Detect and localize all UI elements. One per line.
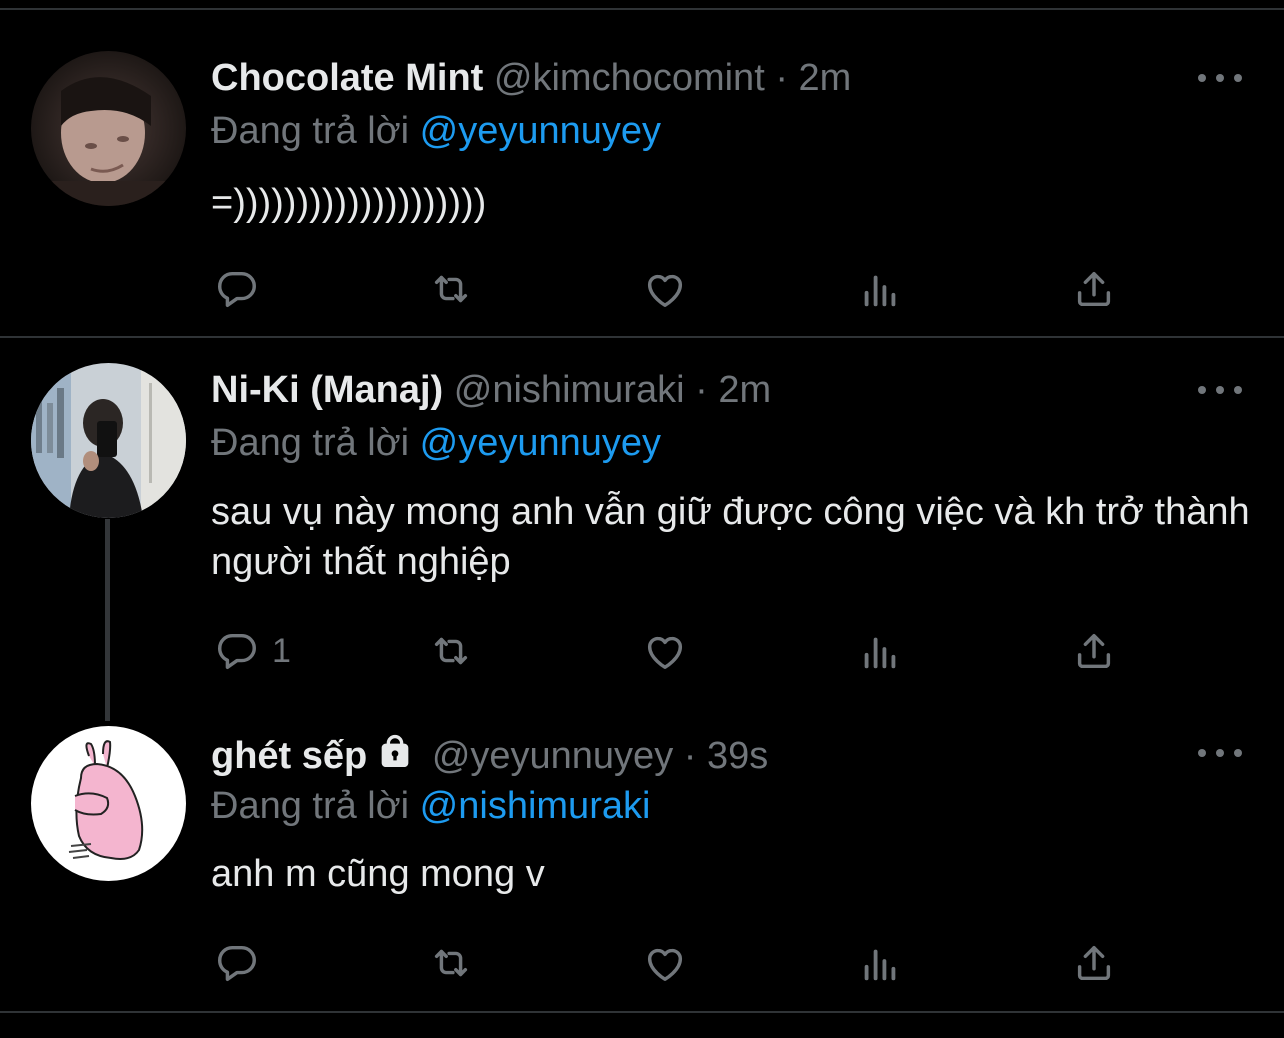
- analytics-button[interactable]: [857, 938, 903, 988]
- more-icon[interactable]: [1198, 68, 1242, 88]
- reply-prefix: Đang trả lời: [211, 110, 410, 152]
- analytics-icon: [864, 637, 896, 669]
- handle[interactable]: @nishimuraki: [454, 369, 685, 411]
- reply-context: Đang trả lời @nishimuraki: [211, 782, 650, 830]
- retweet-icon: [434, 275, 468, 303]
- separator: ·: [775, 57, 788, 99]
- like-icon: [647, 636, 683, 670]
- share-button[interactable]: [1071, 938, 1117, 988]
- handle[interactable]: @yeyunnuyey: [432, 735, 673, 777]
- reply-icon: [218, 633, 256, 670]
- more-icon[interactable]: [1198, 380, 1242, 400]
- action-bar: 1: [0, 626, 1284, 676]
- separator: ·: [683, 735, 697, 777]
- reply-button[interactable]: [214, 938, 272, 988]
- tweet-text: =)))))))))))))))))))): [211, 182, 487, 224]
- share-button[interactable]: [1071, 626, 1117, 676]
- display-name[interactable]: ghét sếp: [211, 735, 367, 777]
- like-button[interactable]: [642, 938, 688, 988]
- reply-prefix: Đang trả lời: [211, 785, 410, 827]
- handle[interactable]: @kimchocomint: [494, 57, 765, 99]
- tweet-divider: [0, 1011, 1284, 1013]
- timestamp[interactable]: 39s: [707, 735, 768, 777]
- tweet-header: ghét sếp @yeyunnuyey · 39s: [211, 732, 768, 784]
- like-icon: [647, 274, 683, 308]
- reply-context: Đang trả lời @yeyunnuyey: [211, 419, 661, 467]
- tweet-header: Ni-Ki (Manaj) @nishimuraki · 2m: [211, 366, 771, 414]
- analytics-button[interactable]: [857, 626, 903, 676]
- avatar[interactable]: [31, 363, 186, 518]
- share-button[interactable]: [1071, 264, 1117, 314]
- retweet-button[interactable]: [428, 264, 474, 314]
- top-divider: [0, 8, 1284, 10]
- mention-link[interactable]: @nishimuraki: [420, 785, 651, 827]
- more-icon[interactable]: [1198, 743, 1242, 763]
- lock-icon: [375, 732, 415, 784]
- reply-prefix: Đang trả lời: [211, 422, 410, 464]
- mention-link[interactable]: @yeyunnuyey: [420, 422, 661, 464]
- tweet-header: Chocolate Mint @kimchocomint · 2m: [211, 54, 851, 102]
- retweet-icon: [434, 949, 468, 977]
- reply-icon: [218, 271, 256, 308]
- reply-icon: [218, 945, 256, 982]
- analytics-icon: [864, 275, 896, 307]
- tweet-text: sau vụ này mong anh vẫn giữ được công vi…: [211, 491, 1250, 583]
- action-bar: [0, 938, 1284, 988]
- avatar[interactable]: [31, 51, 186, 206]
- share-icon: [1077, 633, 1111, 669]
- separator: ·: [695, 369, 708, 411]
- tweet-divider: [0, 336, 1284, 338]
- analytics-icon: [864, 949, 896, 981]
- reply-context: Đang trả lời @yeyunnuyey: [211, 107, 661, 155]
- retweet-button[interactable]: [428, 938, 474, 988]
- avatar[interactable]: [31, 726, 186, 881]
- tweet-text: anh m cũng mong v: [211, 853, 545, 895]
- timestamp[interactable]: 2m: [799, 57, 852, 99]
- reply-button[interactable]: 1: [214, 626, 291, 676]
- like-button[interactable]: [642, 264, 688, 314]
- reply-count: 1: [272, 631, 291, 670]
- timestamp[interactable]: 2m: [718, 369, 771, 411]
- like-button[interactable]: [642, 626, 688, 676]
- action-bar: [0, 264, 1284, 314]
- analytics-button[interactable]: [857, 264, 903, 314]
- mention-link[interactable]: @yeyunnuyey: [420, 110, 661, 152]
- display-name[interactable]: Ni-Ki (Manaj): [211, 369, 443, 411]
- retweet-icon: [434, 637, 468, 665]
- share-icon: [1077, 945, 1111, 981]
- display-name[interactable]: Chocolate Mint: [211, 57, 483, 99]
- reply-button[interactable]: [214, 264, 272, 314]
- like-icon: [647, 948, 683, 982]
- thread-connector: [105, 519, 110, 721]
- share-icon: [1077, 271, 1111, 307]
- retweet-button[interactable]: [428, 626, 474, 676]
